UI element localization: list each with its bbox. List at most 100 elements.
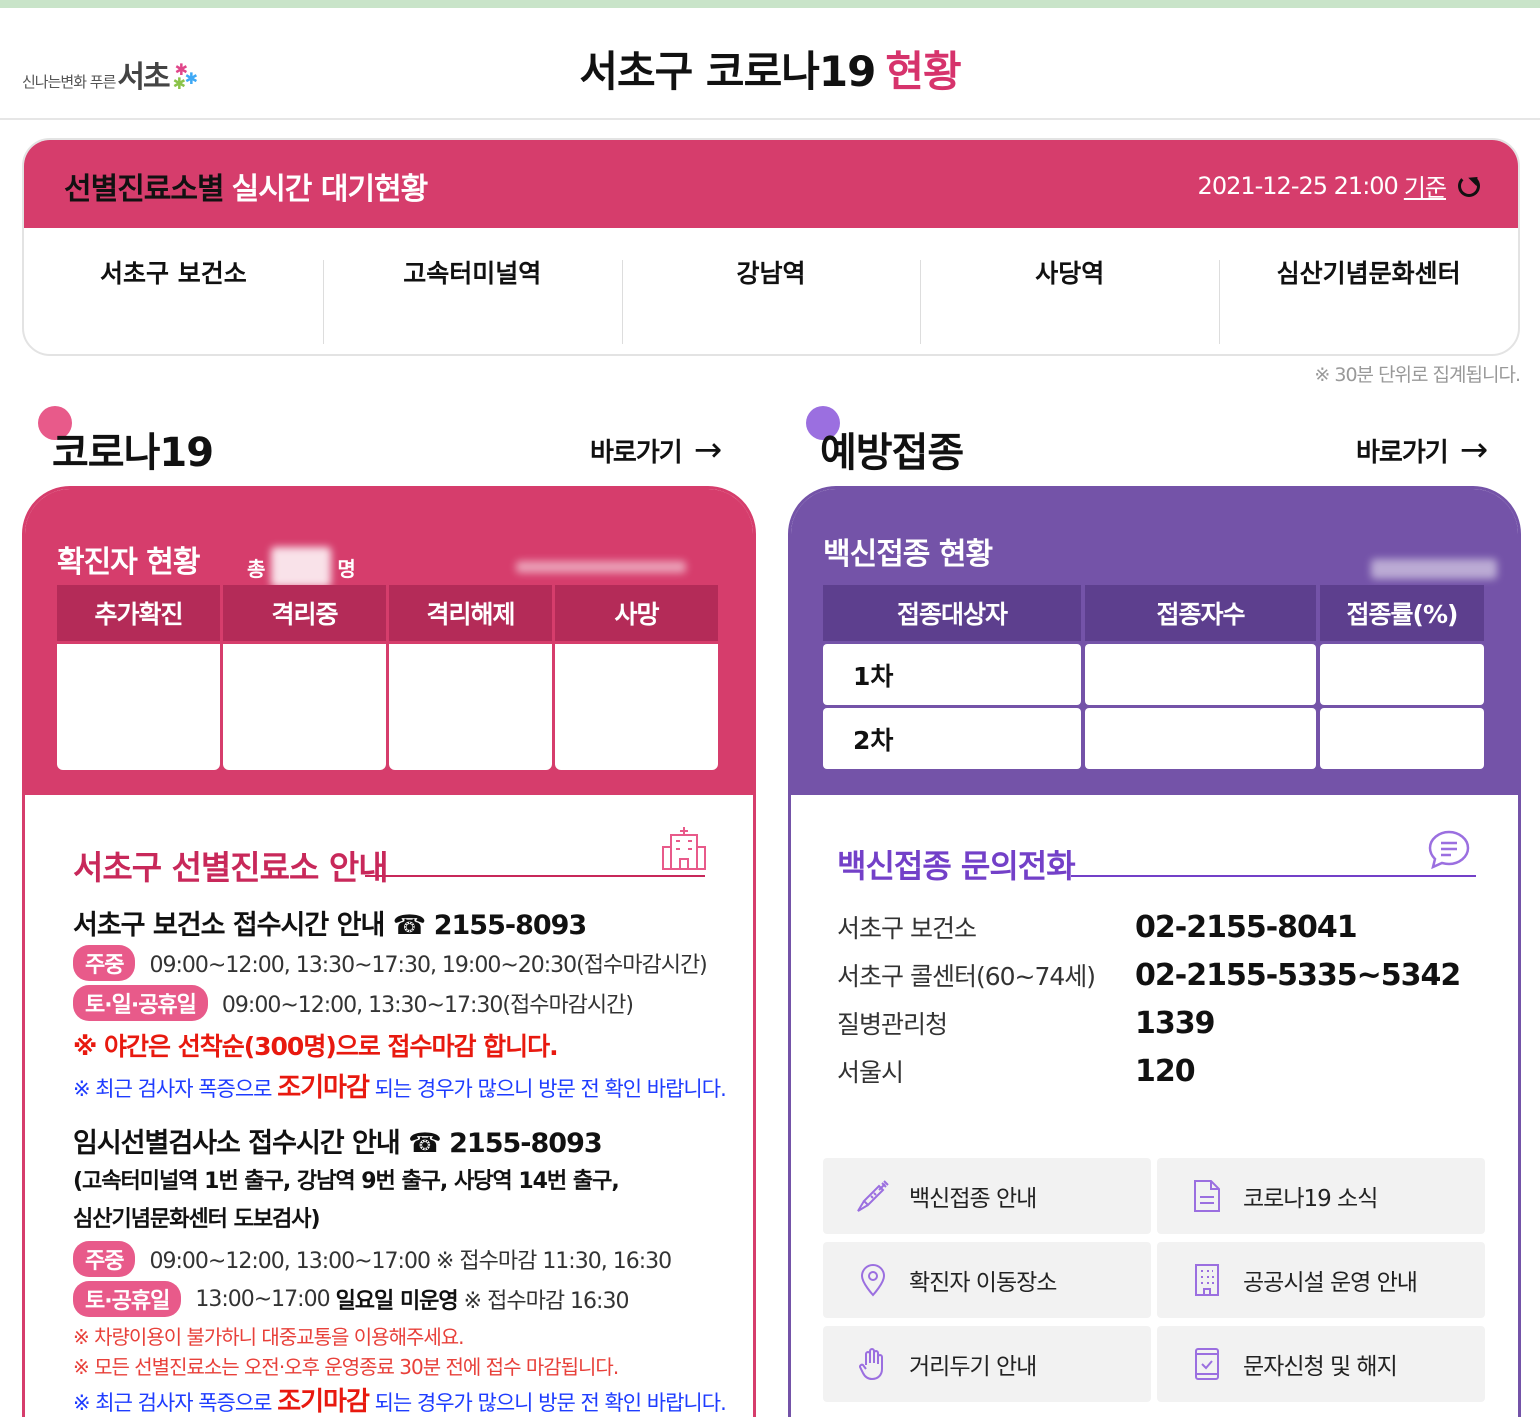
contact-row: 질병관리청 1339 [837,1005,1215,1041]
total-prefix: 총 [247,556,266,581]
contact-phone[interactable]: 1339 [1135,1006,1215,1041]
total-suffix: 명 [337,556,356,581]
notice-emphasis: 조기마감 [277,1387,370,1417]
phone-check-icon [1189,1346,1225,1382]
contact-row: 서초구 콜센터(60~74세) 02-2155-5335~5342 [837,957,1461,993]
temp-site-weekend: 토·공휴일 13:00~17:00 일요일 미운영 ※ 접수마감 16:30 [73,1281,629,1317]
contact-row: 서초구 보건소 02-2155-8041 [837,909,1358,945]
corona-section-heading: 코로나19 [38,406,214,476]
timestamp-value: 2021-12-25 21:00 [1197,171,1399,200]
refresh-icon[interactable] [1458,174,1480,197]
cell-new [57,644,220,770]
waiting-timestamp: 2021-12-25 21:00 기준 [1198,168,1480,203]
confirmed-total: 총 명 [247,547,686,587]
temp-site-hours-title: 임시선별검사소 접수시간 안내 ☎ 2155-8093 [73,1128,603,1159]
weekend-badge: 토·공휴일 [73,1281,182,1317]
vaccine-section-heading: 예방접종 [806,406,964,476]
menu-corona-news[interactable]: 코로나19 소식 [1157,1158,1485,1234]
health-center-weekend: 토·일·공휴일 09:00~12:00, 13:30~17:30(접수마감시간) [73,985,634,1021]
deadline-notice: ※ 모든 선별진료소는 오전·오후 운영종료 30분 전에 접수 마감됩니다. [73,1355,619,1379]
vaccine-heading: 예방접종 [820,430,964,476]
col-header-rate: 접종률(%) [1320,585,1484,641]
menu-label: 공공시설 운영 안내 [1243,1270,1418,1296]
site-gangnam: 강남역 [621,228,921,354]
hand-icon [855,1346,891,1382]
corona-heading: 코로나19 [52,430,214,476]
site-health-center: 서초구 보건소 [100,259,247,288]
top-accent-line [0,0,1540,8]
site-simsan-center: 심산기념문화센터 [1219,228,1518,354]
vaccination-table: 접종대상자 접종자수 접종률(%) 1차 2차 [823,585,1484,769]
notice-suffix: 되는 경우가 많으니 방문 전 확인 바랍니다. [374,1077,727,1101]
weekday-hours: 09:00~12:00, 13:00~17:00 ※ 접수마감 11:30, 1… [149,1249,672,1274]
cell-dose-1-rate [1320,644,1484,705]
page-title-main: 서초구 코로나19 [579,47,876,96]
divider [365,875,705,877]
contact-name: 서초구 보건소 [837,914,977,943]
menu-vaccine-guide[interactable]: 백신접종 안내 [823,1158,1151,1234]
vaccination-status-title: 백신접종 현황 [823,537,993,572]
contact-row: 서울시 120 [837,1053,1196,1089]
menu-label: 확진자 이동장소 [909,1270,1057,1296]
health-center-weekday: 주중 09:00~12:00, 13:30~17:30, 19:00~20:30… [73,945,708,981]
waiting-sites: 서초구 보건소 고속터미널역 강남역 사당역 심산기념문화센터 [24,228,1518,354]
col-header-deaths: 사망 [555,585,718,641]
health-center-hours-title: 서초구 보건소 접수시간 안내 ☎ 2155-8093 [73,910,587,941]
col-header-new: 추가확진 [57,585,220,641]
col-header-released: 격리해제 [389,585,552,641]
notice-prefix: ※ 최근 검사자 폭증으로 [73,1077,273,1101]
weekend-hours: 09:00~12:00, 13:30~17:30(접수마감시간) [221,993,634,1018]
menu-public-facilities[interactable]: 공공시설 운영 안내 [1157,1242,1485,1318]
vaccination-status: 백신접종 현황 접종대상자 접종자수 접종률(%) 1차 2차 [791,489,1518,795]
menu-confirmed-locations[interactable]: 확진자 이동장소 [823,1242,1151,1318]
page-title-accent: 현황 [885,47,961,96]
menu-label: 백신접종 안내 [909,1186,1037,1212]
vaccine-shortcut-label: 바로가기 [1354,432,1450,469]
contact-name: 질병관리청 [837,1010,948,1039]
contact-name: 서울시 [837,1058,904,1087]
temp-site-weekday: 주중 09:00~12:00, 13:00~17:00 ※ 접수마감 11:30… [73,1241,672,1277]
vaccine-shortcut-link[interactable]: 바로가기 → [1354,430,1488,470]
notice-prefix: ※ 최근 검사자 폭증으로 [73,1391,273,1415]
arrow-right-icon: → [1459,430,1488,470]
confirmed-status-title: 확진자 현황 [57,545,200,580]
col-header-isolated: 격리중 [223,585,386,641]
corona-shortcut-label: 바로가기 [588,432,684,469]
contact-phone[interactable]: 02-2155-5335~5342 [1135,958,1461,993]
night-notice: ※ 야간은 선착순(300명)으로 접수마감 합니다. [73,1032,559,1061]
notice-suffix: 되는 경우가 많으니 방문 전 확인 바랍니다. [374,1391,727,1415]
waiting-status-header: 선별진료소별 실시간 대기현황 2021-12-25 21:00 기준 [24,140,1518,228]
weekday-badge: 주중 [73,945,136,981]
contact-phone[interactable]: 02-2155-8041 [1135,910,1358,945]
row-dose-2-label: 2차 [823,708,1081,769]
document-icon [1189,1178,1225,1214]
menu-distancing-guide[interactable]: 거리두기 안내 [823,1326,1151,1402]
site-header: 신나는변화 푸른 서초 ✱ ✱ ✱ 서초구 코로나19 현황 [0,8,1540,120]
cell-released [389,644,552,770]
menu-label: 문자신청 및 해지 [1243,1354,1398,1380]
cell-dose-2-vaccinated [1085,708,1316,769]
confirmed-table: 추가확진 격리중 격리해제 사망 [57,585,718,770]
arrow-right-icon: → [693,430,722,470]
confirmed-status: 확진자 현황 총 명 추가확진 격리중 격리해제 사망 [25,489,753,795]
weekend-badge: 토·일·공휴일 [73,985,208,1021]
hospital-icon [662,827,706,870]
divider [1071,875,1476,877]
menu-sms-subscription[interactable]: 문자신청 및 해지 [1157,1326,1485,1402]
timestamp-basis-link[interactable]: 기준 [1404,168,1447,203]
corona-shortcut-link[interactable]: 바로가기 → [588,430,722,470]
quick-menu: 백신접종 안내 코로나19 소식 확진자 이동장소 공공시설 운영 안내 거리두… [823,1158,1485,1402]
col-header-targets: 접종대상자 [823,585,1081,641]
contact-phone[interactable]: 120 [1135,1054,1196,1089]
vaccine-inquiry-title: 백신접종 문의전화 [837,847,1076,885]
corona-panel: 확진자 현황 총 명 추가확진 격리중 격리해제 사망 서초구 선별진료소 안내… [22,486,756,1417]
site-sadang: 사당역 [920,228,1219,354]
notice-emphasis: 조기마감 [277,1073,370,1103]
blurred-total-value [271,547,332,587]
syringe-icon [855,1178,891,1214]
cell-deaths [555,644,718,770]
page-title: 서초구 코로나19 현황 [0,38,1540,99]
waiting-title-light: 실시간 대기현황 [231,172,429,207]
waiting-status-title: 선별진료소별 실시간 대기현황 [64,164,429,208]
chat-bubble-icon [1428,830,1470,869]
